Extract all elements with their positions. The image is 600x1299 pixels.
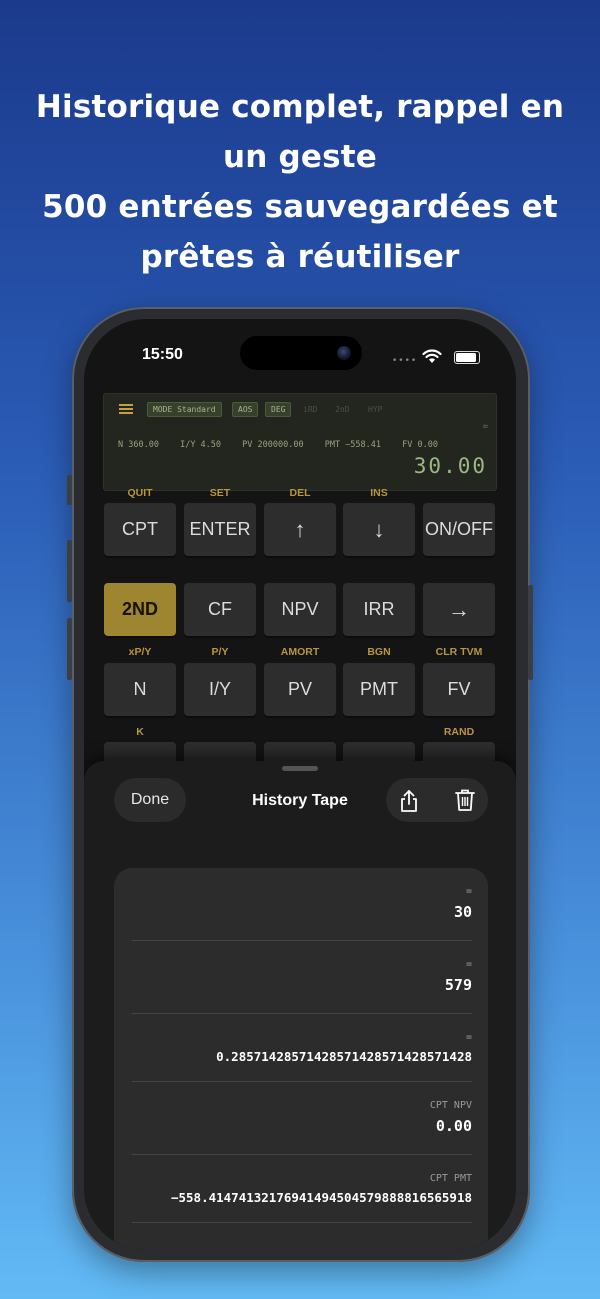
up-arrow-key[interactable]: ↑ bbox=[264, 503, 336, 556]
2nd-tag: 2nD bbox=[335, 405, 350, 414]
cpt-key[interactable]: CPT bbox=[104, 503, 176, 556]
battery-icon bbox=[454, 351, 480, 364]
fv-key[interactable]: FV bbox=[423, 663, 495, 716]
history-entry[interactable]: = 0.28571428571428571428571428571428 bbox=[132, 1032, 472, 1064]
key-label-del: DEL bbox=[289, 487, 311, 499]
volume-up-button bbox=[67, 540, 72, 602]
camera-icon bbox=[337, 346, 351, 360]
history-entry[interactable]: CPT PMT −558.414741321769414945045798888… bbox=[132, 1173, 472, 1205]
entry-label: = bbox=[465, 886, 472, 897]
display-value: 30.00 bbox=[413, 454, 487, 478]
entry-divider bbox=[132, 1081, 472, 1082]
deg-tag: DEG bbox=[265, 402, 292, 417]
headline-line-1: Historique complet, rappel en bbox=[35, 89, 565, 125]
history-sheet: Done History Tape = 30 = 579 = 0.2857142… bbox=[84, 761, 516, 1250]
headline-line-2: un geste bbox=[222, 139, 378, 175]
signal-dots-icon: •••• bbox=[392, 356, 418, 366]
n-key[interactable]: N bbox=[104, 663, 176, 716]
entry-value: 30 bbox=[453, 903, 472, 921]
register-iy: I/Y 4.50 bbox=[180, 440, 222, 450]
on-off-key[interactable]: ON/OFF bbox=[423, 503, 495, 556]
wifi-icon bbox=[422, 349, 442, 363]
pv-key[interactable]: PV bbox=[264, 663, 336, 716]
headline-line-3: 500 entrées sauvegardées et bbox=[42, 189, 558, 225]
trash-icon[interactable] bbox=[454, 788, 476, 812]
entry-value: 579 bbox=[444, 976, 472, 994]
history-entry[interactable]: CPT NPV 0.00 bbox=[132, 1100, 472, 1135]
menu-icon[interactable] bbox=[119, 404, 133, 414]
display-operator: = bbox=[482, 422, 488, 432]
pmt-key[interactable]: PMT bbox=[343, 663, 415, 716]
key-label-ins: INS bbox=[370, 487, 388, 499]
headline: Historique complet, rappel en un geste 5… bbox=[0, 82, 600, 282]
npv-key[interactable]: NPV bbox=[264, 583, 336, 636]
entry-divider bbox=[132, 1013, 472, 1014]
irr-key[interactable]: IRR bbox=[343, 583, 415, 636]
entry-value: 0.00 bbox=[435, 1117, 472, 1135]
mute-switch bbox=[67, 475, 72, 505]
key-label-amort: AMORT bbox=[280, 646, 320, 658]
phone-screen: 15:50 •••• MODE Standard AOS DEG iRD 2nD… bbox=[84, 319, 516, 1250]
entry-divider bbox=[132, 1154, 472, 1155]
power-button bbox=[528, 585, 533, 680]
register-n: N 360.00 bbox=[118, 440, 159, 450]
entry-label: CPT PMT bbox=[429, 1173, 472, 1184]
ird-tag: iRD bbox=[303, 405, 318, 414]
headline-line-4: prêtes à réutiliser bbox=[140, 239, 460, 275]
entry-value: −558.4147413217694149450457988881656591​… bbox=[170, 1190, 472, 1205]
tvm-registers: N 360.00 I/Y 4.50 PV 200000.00 PMT −558.… bbox=[118, 440, 454, 450]
dynamic-island bbox=[240, 336, 362, 370]
entry-divider bbox=[132, 1222, 472, 1223]
status-time: 15:50 bbox=[142, 346, 183, 363]
volume-down-button bbox=[67, 618, 72, 680]
aos-tag: AOS bbox=[232, 402, 259, 417]
key-label-set: SET bbox=[209, 487, 231, 499]
history-entry[interactable]: = 30 bbox=[132, 886, 472, 921]
sheet-actions bbox=[386, 778, 488, 822]
entry-label: CPT NPV bbox=[429, 1100, 472, 1111]
key-label-bgn: BGN bbox=[367, 646, 391, 658]
right-arrow-key[interactable]: → bbox=[423, 583, 495, 636]
key-label-quit: QUIT bbox=[127, 487, 153, 499]
history-tape[interactable]: = 30 = 579 = 0.2857142857142857142857142… bbox=[114, 868, 488, 1250]
mode-tag: MODE Standard bbox=[147, 402, 222, 417]
entry-label: = bbox=[465, 959, 472, 970]
key-label-clr-tvm: CLR TVM bbox=[435, 646, 483, 658]
enter-key[interactable]: ENTER bbox=[184, 503, 256, 556]
down-arrow-key[interactable]: ↓ bbox=[343, 503, 415, 556]
entry-value: 0.28571428571428571428571428571428 bbox=[216, 1049, 472, 1064]
register-pv: PV 200000.00 bbox=[242, 440, 304, 450]
calculator-display: MODE Standard AOS DEG iRD 2nD HYP = N 36… bbox=[103, 393, 497, 491]
cf-key[interactable]: CF bbox=[184, 583, 256, 636]
history-entry[interactable]: = 579 bbox=[132, 959, 472, 994]
register-fv: FV 0.00 bbox=[402, 440, 438, 450]
hyp-tag: HYP bbox=[368, 405, 383, 414]
key-label-py: P/Y bbox=[211, 646, 229, 658]
second-function-key[interactable]: 2ND bbox=[104, 583, 176, 636]
iy-key[interactable]: I/Y bbox=[184, 663, 256, 716]
sheet-grabber[interactable] bbox=[282, 766, 318, 771]
key-label-xpy: xP/Y bbox=[128, 646, 152, 658]
entry-label: = bbox=[465, 1032, 472, 1043]
key-label-rand: RAND bbox=[443, 726, 475, 738]
entry-divider bbox=[132, 940, 472, 941]
share-icon[interactable] bbox=[398, 789, 420, 813]
register-pmt: PMT −558.41 bbox=[324, 440, 381, 450]
key-label-k: K bbox=[136, 726, 144, 738]
